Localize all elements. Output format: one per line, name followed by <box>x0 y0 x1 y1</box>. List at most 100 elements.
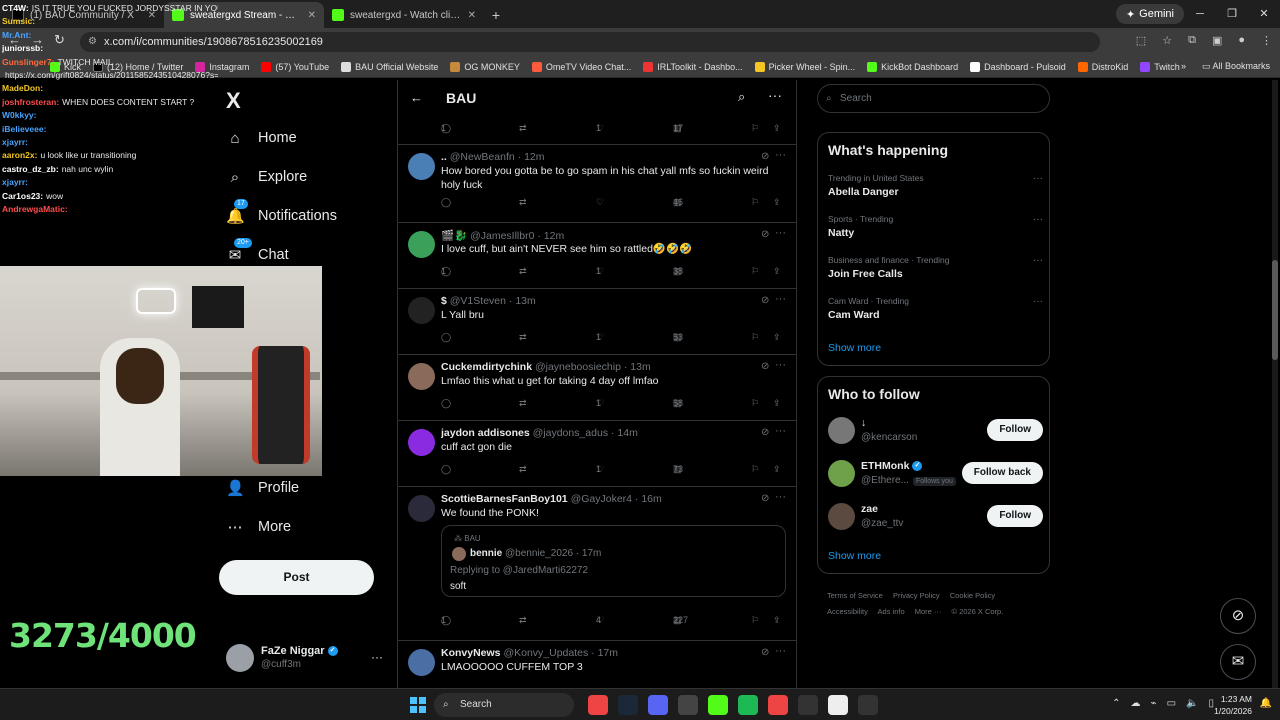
tweet[interactable]: $ @V1Steven · 13m ⊘ ··· L Yall bru ◯ ⇄ ♡ 1 ▥ 5… <box>398 288 796 354</box>
more-icon[interactable]: ··· <box>1033 214 1043 225</box>
profile-icon[interactable]: ● <box>1238 34 1245 47</box>
nav-notifications[interactable]: 🔔 17 Notifications <box>226 199 337 228</box>
more-icon[interactable]: ··· <box>371 650 383 664</box>
avatar[interactable] <box>408 153 435 180</box>
repost-icon[interactable]: ⇄ <box>519 332 527 343</box>
tweet-time[interactable]: 13m <box>630 361 650 373</box>
extension-icon[interactable]: ⧉ <box>1188 34 1196 47</box>
obs-icon[interactable] <box>858 695 878 715</box>
tweet[interactable]: 🎬🐉 @JamesIllbr0 · 12m ⊘ ··· I love cuff, bu… <box>398 222 796 288</box>
close-tab-icon[interactable]: ✕ <box>468 10 476 21</box>
repost-icon[interactable]: ⇄ <box>519 398 527 409</box>
sidepanel-icon[interactable]: ▣ <box>1212 34 1222 47</box>
more-icon[interactable]: ··· <box>1033 173 1043 184</box>
terminal-icon[interactable] <box>798 695 818 715</box>
author-handle[interactable]: @V1Steven <box>450 295 506 307</box>
x-logo-icon[interactable]: X <box>226 88 241 114</box>
cloud-icon[interactable]: ☁ <box>1131 698 1141 709</box>
repost-icon[interactable]: ⇄ <box>519 123 527 134</box>
avatar[interactable] <box>408 649 435 676</box>
gemini-button[interactable]: ✦ Gemini <box>1115 4 1184 24</box>
share-icon[interactable]: ⇪ <box>773 398 781 409</box>
footer-link[interactable]: Privacy Policy <box>893 591 940 600</box>
more-icon[interactable]: ··· <box>1033 255 1043 266</box>
minimize-button[interactable]: ─ <box>1184 0 1216 28</box>
chevron-up-icon[interactable]: ⌃ <box>1112 698 1120 709</box>
repost-icon[interactable]: ⇄ <box>519 266 527 277</box>
author-handle[interactable]: @Konvy_Updates <box>503 647 588 659</box>
grok-icon[interactable]: ⊘ <box>761 647 769 658</box>
bookmark-icon[interactable]: ⚐ <box>751 266 759 277</box>
nav-explore[interactable]: ⌕ Explore <box>226 165 307 189</box>
tweet[interactable]: .. @NewBeanfn · 12m ⊘ ··· How bored you got… <box>398 144 796 222</box>
bookmark-item[interactable]: OG MONKEY <box>450 61 520 72</box>
avatar[interactable] <box>408 297 435 324</box>
tweet-time[interactable]: 17m <box>598 647 618 659</box>
grok-icon[interactable]: ⊘ <box>761 295 769 306</box>
browser-tab[interactable]: sweatergxd - Watch clips on Ki ✕ <box>324 2 484 28</box>
bookmark-item[interactable]: DistroKid <box>1077 61 1128 72</box>
avatar[interactable] <box>408 363 435 390</box>
author-name[interactable]: jaydon addisones <box>441 427 530 439</box>
bookmark-item[interactable]: Twitch <box>1140 61 1180 72</box>
volume-icon[interactable]: 🔈 <box>1186 698 1198 709</box>
scrollbar-thumb[interactable] <box>1272 260 1278 360</box>
trend-item[interactable]: Trending in United States Abella Danger … <box>828 173 1043 203</box>
grok-icon[interactable]: ⊘ <box>761 151 769 162</box>
author-handle[interactable]: @JamesIllbr0 <box>470 230 534 242</box>
author-name[interactable]: $ <box>441 295 447 307</box>
share-icon[interactable]: ⇪ <box>773 266 781 277</box>
author-name[interactable]: 🎬🐉 <box>441 230 467 242</box>
more-icon[interactable]: ··· <box>1033 296 1043 307</box>
author-name[interactable]: ScottieBarnesFanBoy101 <box>441 493 568 505</box>
search-icon[interactable]: ⌕ <box>738 89 745 105</box>
messages-button[interactable]: ✉ <box>1220 644 1256 680</box>
author-handle[interactable]: @jaydons_adus <box>533 427 608 439</box>
bookmark-item[interactable]: OmeTV Video Chat... <box>531 61 631 72</box>
notification-bell-icon[interactable]: 🔔 <box>1260 698 1272 709</box>
share-icon[interactable]: ⇪ <box>773 464 781 475</box>
bookmark-item[interactable]: BAU Official Website <box>341 61 438 72</box>
bookmark-item[interactable]: (57) YouTube <box>261 61 329 72</box>
url-input[interactable]: ⚙ x.com/i/communities/190867851623500216… <box>80 32 1100 52</box>
steam-icon[interactable] <box>618 695 638 715</box>
follow-suggestion[interactable]: zae @zae_ttv Follow <box>828 501 1043 535</box>
share-icon[interactable]: ⇪ <box>773 332 781 343</box>
follow-button[interactable]: Follow <box>987 505 1043 527</box>
follow-button[interactable]: Follow <box>987 419 1043 441</box>
bookmark-icon[interactable]: ⚐ <box>751 123 759 134</box>
app-icon[interactable] <box>678 695 698 715</box>
follow-back-button[interactable]: Follow back <box>961 462 1043 484</box>
trend-item[interactable]: Sports · Trending Natty ··· <box>828 214 1043 244</box>
more-icon[interactable]: ··· <box>775 425 786 437</box>
author-name[interactable]: KonvyNews <box>441 647 501 659</box>
tweet-time[interactable]: 12m <box>544 230 564 242</box>
trend-item[interactable]: Business and finance · Trending Join Fre… <box>828 255 1043 285</box>
nav-chat[interactable]: ✉ 20+ Chat <box>226 238 289 267</box>
discord-icon[interactable] <box>648 695 668 715</box>
show-more-link[interactable]: Show more <box>828 550 881 562</box>
author-handle[interactable]: @GayJoker4 <box>571 493 632 505</box>
trend-item[interactable]: Cam Ward · Trending Cam Ward ··· <box>828 296 1043 326</box>
footer-link[interactable]: Terms of Service <box>827 591 883 600</box>
author-name[interactable]: Cuckemdirtychink <box>441 361 532 373</box>
maximize-button[interactable]: ❐ <box>1216 0 1248 28</box>
tweet[interactable]: KonvyNews @Konvy_Updates · 17m ⊘ ··· LMAOOO… <box>398 640 796 688</box>
bookmark-icon[interactable]: ⚐ <box>751 615 759 626</box>
search-input[interactable]: ⌕ Search <box>817 84 1050 113</box>
taskbar-clock[interactable]: 1:23 AM 1/20/2026 <box>1214 693 1252 717</box>
display-icon[interactable]: ▭ <box>1167 698 1176 709</box>
grok-icon[interactable]: ⊘ <box>761 229 769 240</box>
bookmark-item[interactable]: IRLToolkit - Dashbo... <box>643 61 743 72</box>
menu-icon[interactable]: ⋮ <box>1261 34 1272 47</box>
tweet-time[interactable]: 12m <box>524 151 544 163</box>
install-icon[interactable]: ⬚ <box>1136 34 1146 47</box>
all-bookmarks[interactable]: ▭ All Bookmarks <box>1202 61 1270 72</box>
taskbar-search[interactable]: ⌕ Search <box>434 693 574 717</box>
bookmark-icon[interactable]: ⚐ <box>751 197 759 208</box>
chevron-right-icon[interactable]: » <box>1181 61 1186 72</box>
share-icon[interactable]: ⇪ <box>773 197 781 208</box>
bookmark-icon[interactable]: ⚐ <box>751 464 759 475</box>
quoted-tweet[interactable]: ⁂ BAU bennie @bennie_2026 · 17m Replying t… <box>441 525 786 597</box>
chrome-icon[interactable] <box>768 695 788 715</box>
